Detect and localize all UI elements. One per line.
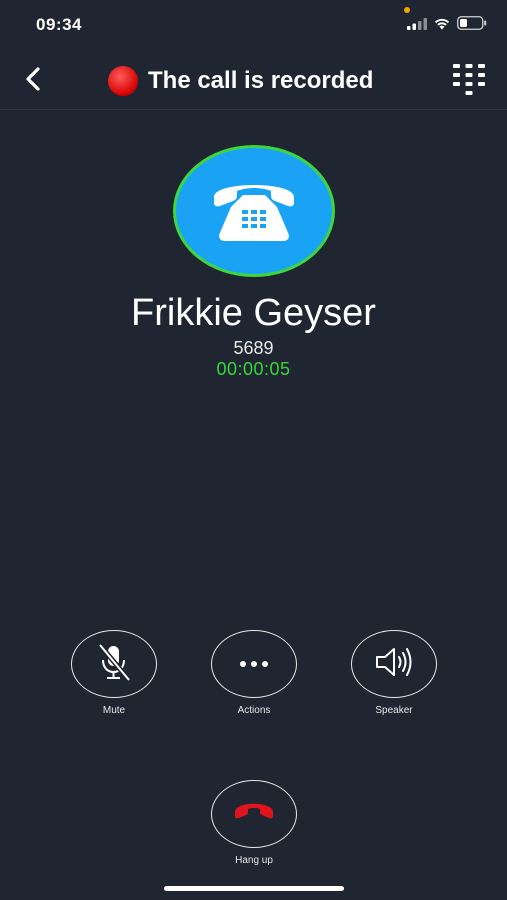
recording-title: The call is recorded — [148, 67, 374, 94]
hang-up-phone-icon — [232, 802, 276, 827]
wifi-icon — [433, 17, 451, 35]
speaker-label: Speaker — [375, 705, 413, 716]
privacy-indicator-dot — [404, 7, 410, 13]
status-time: 09:34 — [36, 15, 82, 34]
speaker-icon — [374, 645, 414, 684]
chevron-left-icon — [24, 66, 42, 97]
dialpad-icon — [449, 64, 489, 104]
mute-control: Mute — [70, 630, 158, 716]
dialpad-button[interactable] — [449, 62, 489, 100]
recording-banner: The call is recorded — [108, 66, 373, 96]
home-indicator[interactable] — [164, 886, 344, 891]
call-header: The call is recorded — [0, 52, 507, 110]
status-icons — [407, 16, 487, 35]
hang-up-button[interactable] — [211, 780, 297, 848]
speaker-control: Speaker — [350, 630, 438, 716]
hang-up-label: Hang up — [235, 855, 273, 866]
actions-button[interactable] — [211, 630, 297, 698]
signal-icon — [407, 17, 427, 35]
status-bar: 09:34 — [0, 0, 507, 50]
more-dots-icon — [239, 655, 269, 673]
mute-label: Mute — [102, 705, 126, 716]
mute-button[interactable] — [71, 630, 157, 698]
caller-avatar — [173, 145, 335, 277]
back-button[interactable] — [18, 64, 48, 98]
caller-number: 5689 — [233, 338, 274, 358]
telephone-icon — [209, 173, 299, 250]
caller-name: Frikkie Geyser — [131, 292, 376, 334]
red-circle-icon — [108, 66, 138, 96]
actions-label: Actions — [237, 705, 271, 716]
speaker-button[interactable] — [351, 630, 437, 698]
battery-icon — [457, 16, 487, 35]
actions-control: Actions — [210, 630, 298, 716]
call-duration: 00:00:05 — [216, 359, 291, 379]
hangup-control: Hang up — [210, 780, 298, 866]
microphone-muted-icon — [96, 642, 132, 687]
